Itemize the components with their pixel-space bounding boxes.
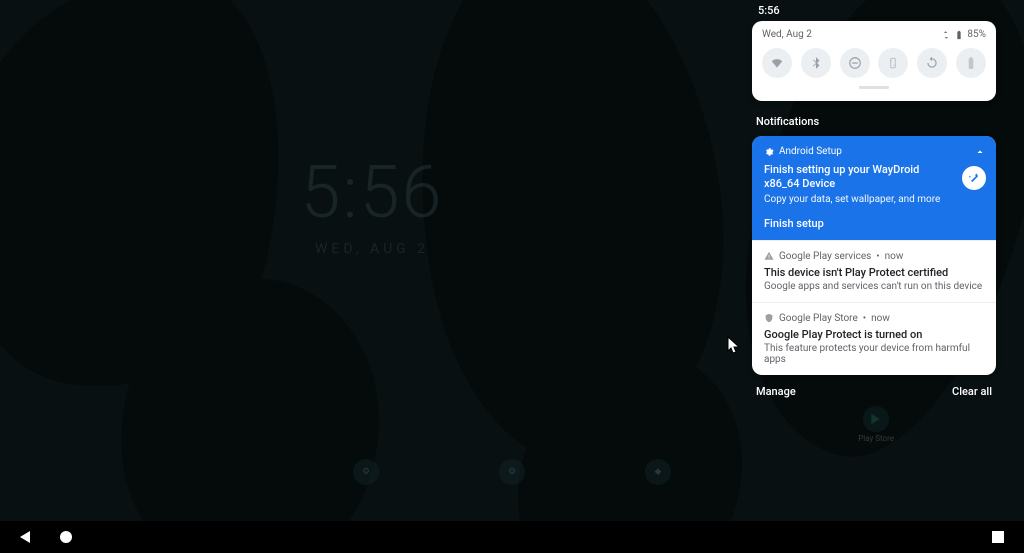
shield-icon — [764, 313, 774, 323]
home-dock: ⚙ ⚙ ◆ — [0, 459, 1024, 485]
notification-android-setup[interactable]: Android Setup Finish setting up your Way… — [752, 136, 996, 241]
clear-all-button[interactable]: Clear all — [952, 385, 992, 398]
qs-tile-rotate[interactable] — [878, 48, 908, 78]
rotate-icon — [886, 56, 900, 70]
battery-icon — [954, 30, 964, 40]
notification-list: Android Setup Finish setting up your Way… — [752, 136, 996, 375]
notif-time: now — [871, 313, 890, 324]
play-store-icon — [863, 406, 889, 432]
notif-subtitle: Google apps and services can't run on th… — [764, 281, 984, 292]
notification-shade[interactable]: 5:56 Wed, Aug 2 85% — [752, 0, 996, 408]
gear-icon — [764, 147, 774, 157]
home-button[interactable] — [60, 531, 72, 543]
play-store-label: Play Store — [858, 434, 894, 443]
bluetooth-icon — [809, 56, 823, 70]
app-icon-3[interactable]: ◆ — [645, 459, 671, 485]
setup-wand-badge — [962, 166, 986, 190]
qs-tile-bluetooth[interactable] — [801, 48, 831, 78]
sync-icon — [925, 56, 939, 70]
notif-app-name: Android Setup — [779, 146, 842, 157]
qs-battery: 85% — [941, 29, 986, 40]
quick-settings-panel: Wed, Aug 2 85% — [752, 21, 996, 101]
qs-tile-dnd[interactable] — [840, 48, 870, 78]
manage-button[interactable]: Manage — [756, 385, 796, 398]
notif-title: Google Play Protect is turned on — [764, 328, 984, 341]
warning-icon — [764, 251, 774, 261]
collapse-button[interactable] — [974, 146, 986, 158]
notifications-header: Notifications — [752, 101, 996, 136]
qs-date: Wed, Aug 2 — [762, 29, 812, 40]
app-play-store[interactable]: Play Store — [858, 406, 894, 443]
navigation-bar — [0, 521, 1024, 553]
notification-play-services[interactable]: Google Play services • now This device i… — [752, 241, 996, 303]
notification-play-store[interactable]: Google Play Store • now Google Play Prot… — [752, 303, 996, 375]
data-icon — [941, 30, 951, 40]
notif-time: now — [885, 251, 904, 262]
notif-subtitle: Copy your data, set wallpaper, and more — [764, 194, 984, 205]
notif-app-name: Google Play services — [779, 251, 871, 262]
notif-title: This device isn't Play Protect certified — [764, 266, 984, 279]
recents-button[interactable] — [992, 531, 1004, 543]
qs-tile-sync[interactable] — [917, 48, 947, 78]
notif-app-name: Google Play Store — [779, 313, 858, 324]
notif-subtitle: This feature protects your device from h… — [764, 343, 984, 365]
qs-battery-pct: 85% — [967, 29, 986, 40]
app-icon-1[interactable]: ⚙ — [353, 459, 379, 485]
dnd-icon — [848, 56, 862, 70]
battery-saver-icon — [964, 56, 978, 70]
statusbar-time: 5:56 — [752, 0, 996, 21]
qs-tile-battery-saver[interactable] — [956, 48, 986, 78]
qs-tiles — [762, 48, 986, 78]
notif-action-finish-setup[interactable]: Finish setup — [764, 217, 984, 230]
back-button[interactable] — [20, 531, 30, 543]
shade-actions: Manage Clear all — [752, 375, 996, 408]
notif-title: Finish setting up your WayDroid x86_64 D… — [764, 163, 984, 192]
qs-drag-handle[interactable] — [859, 86, 889, 89]
chevron-up-icon — [974, 146, 986, 158]
app-icon-2[interactable]: ⚙ — [499, 459, 525, 485]
qs-tile-wifi[interactable] — [762, 48, 792, 78]
wifi-icon — [770, 56, 784, 70]
wand-icon — [967, 171, 981, 185]
